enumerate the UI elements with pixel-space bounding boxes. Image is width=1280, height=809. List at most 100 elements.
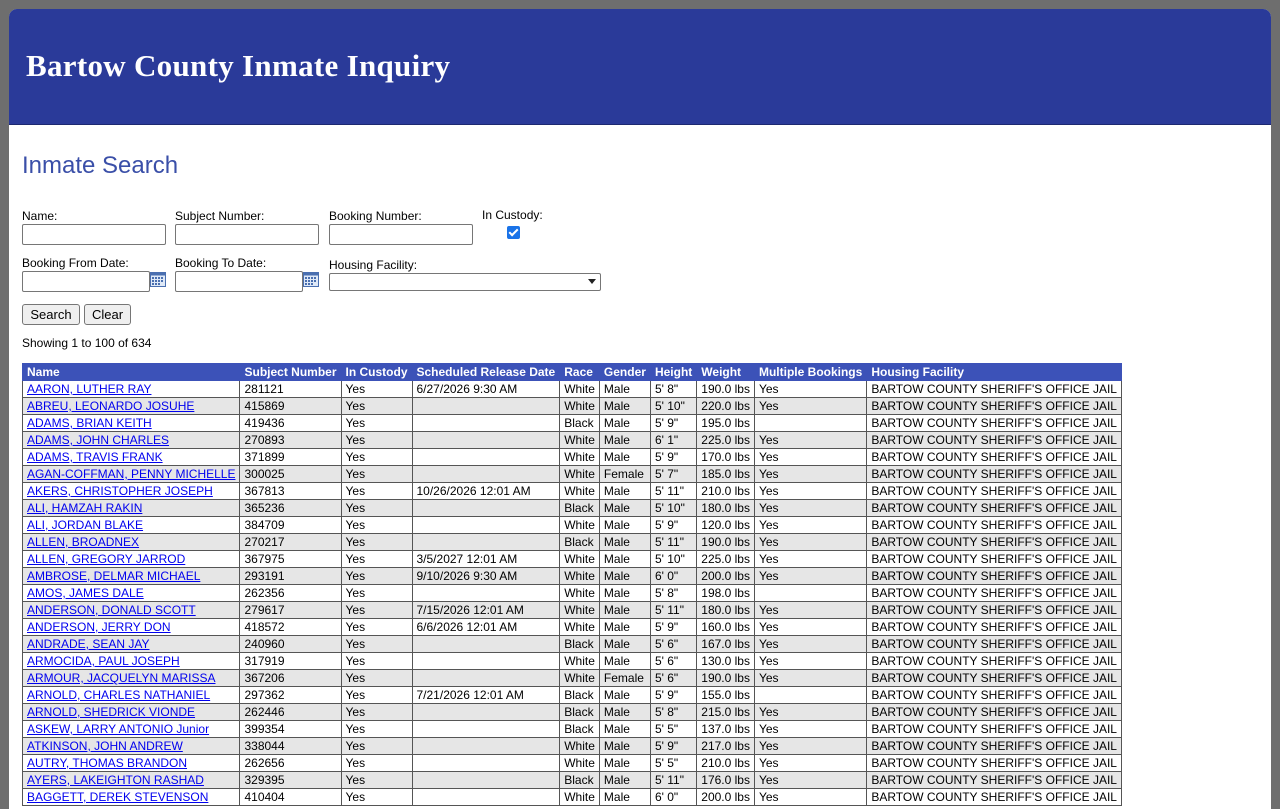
table-cell: White [559,788,600,806]
booking-from-input[interactable] [22,271,150,292]
inmate-name-link[interactable]: ANDRADE, SEAN JAY [27,637,149,651]
table-row: ADAMS, JOHN CHARLES 270893 Yes White Male 6' … [21,431,1122,449]
inmate-name-link[interactable]: ALLEN, GREGORY JARROD [27,552,185,566]
table-cell: 270893 [239,431,342,449]
inmate-name-link[interactable]: ARNOLD, SHEDRICK VIONDE [27,705,195,719]
inmate-name-link[interactable]: ALI, HAMZAH RAKIN [27,501,142,515]
housing-facility-label: Housing Facility: [329,258,418,272]
page-frame: Bartow County Inmate Inquiry Inmate Sear… [9,9,1271,809]
inmate-name-link[interactable]: AMBROSE, DELMAR MICHAEL [27,569,200,583]
subject-number-input[interactable] [175,224,319,245]
inmate-name-link[interactable]: AYERS, LAKEIGHTON RASHAD [27,773,204,787]
calendar-icon[interactable] [150,271,166,287]
inmate-name-link[interactable]: BAGGETT, DEREK STEVENSON [27,790,208,804]
table-cell: Yes [753,550,868,568]
table-cell: 167.0 lbs [696,635,755,653]
table-cell: Male [598,788,651,806]
table-cell: Yes [753,533,868,551]
inmate-name-link[interactable]: ASKEW, LARRY ANTONIO Junior [27,722,209,736]
table-cell [411,431,561,449]
inmate-name-link[interactable]: ALI, JORDAN BLAKE [27,518,143,532]
table-cell: ARNOLD, SHEDRICK VIONDE [21,703,241,721]
table-cell: Yes [340,669,413,687]
table-cell [411,584,561,602]
table-cell [411,788,561,806]
column-header: Weight [696,363,755,381]
results-table-body: AARON, LUTHER RAY 281121 Yes 6/27/2026 9:30… [21,380,1122,806]
table-cell: White [559,482,600,500]
table-cell: BARTOW COUNTY SHERIFF'S OFFICE JAIL [866,397,1122,415]
inmate-name-link[interactable]: AKERS, CHRISTOPHER JOSEPH [27,484,213,498]
table-row: ANDERSON, JERRY DON 418572 Yes 6/6/2026 12:… [21,618,1122,636]
inmate-name-link[interactable]: AARON, LUTHER RAY [27,382,151,396]
site-title: Bartow County Inmate Inquiry [26,48,451,83]
inmate-name-link[interactable]: ARMOUR, JACQUELYN MARISSA [27,671,215,685]
table-cell: 9/10/2026 9:30 AM [411,567,561,585]
inmate-name-link[interactable]: AUTRY, THOMAS BRANDON [27,756,187,770]
table-cell: 5' 6" [649,635,698,653]
inmate-name-link[interactable]: AGAN-COFFMAN, PENNY MICHELLE [27,467,235,481]
table-cell: 5' 10" [649,397,698,415]
table-cell: BARTOW COUNTY SHERIFF'S OFFICE JAIL [866,618,1122,636]
table-cell: 262356 [239,584,342,602]
booking-number-input[interactable] [329,224,473,245]
inmate-name-link[interactable]: ADAMS, BRIAN KEITH [27,416,152,430]
inmate-name-link[interactable]: AMOS, JAMES DALE [27,586,144,600]
inmate-name-link[interactable]: ARNOLD, CHARLES NATHANIEL [27,688,210,702]
table-cell: Female [598,465,651,483]
table-cell: 293191 [239,567,342,585]
table-cell: Yes [340,686,413,704]
table-cell [411,754,561,772]
calendar-icon[interactable] [303,271,319,287]
inmate-name-link[interactable]: ADAMS, TRAVIS FRANK [27,450,163,464]
table-cell: 130.0 lbs [696,652,755,670]
table-row: ALLEN, BROADNEX 270217 Yes Black Male 5' 11" 1… [21,533,1122,551]
inmate-name-link[interactable]: ATKINSON, JOHN ANDREW [27,739,183,753]
table-cell: 180.0 lbs [696,601,755,619]
table-cell: Male [598,635,651,653]
table-row: ARNOLD, SHEDRICK VIONDE 262446 Yes Black Mal… [21,703,1122,721]
table-cell: 5' 8" [649,380,698,398]
table-row: ARMOCIDA, PAUL JOSEPH 317919 Yes White Male 5… [21,652,1122,670]
table-cell: Yes [753,397,868,415]
name-input[interactable] [22,224,166,245]
table-cell: BARTOW COUNTY SHERIFF'S OFFICE JAIL [866,533,1122,551]
in-custody-checkbox[interactable] [507,226,520,239]
table-row: ANDERSON, DONALD SCOTT 279617 Yes 7/15/2026… [21,601,1122,619]
table-cell: BARTOW COUNTY SHERIFF'S OFFICE JAIL [866,737,1122,755]
table-cell: 5' 11" [649,482,698,500]
table-row: ADAMS, BRIAN KEITH 419436 Yes Black Male 5' 9… [21,414,1122,432]
table-cell: 5' 9" [649,737,698,755]
table-cell: BARTOW COUNTY SHERIFF'S OFFICE JAIL [866,567,1122,585]
inmate-name-link[interactable]: ANDERSON, JERRY DON [27,620,171,634]
table-cell [411,414,561,432]
table-cell: ALLEN, BROADNEX [21,533,241,551]
inmate-name-link[interactable]: ARMOCIDA, PAUL JOSEPH [27,654,180,668]
table-cell: BARTOW COUNTY SHERIFF'S OFFICE JAIL [866,380,1122,398]
inmate-name-link[interactable]: ANDERSON, DONALD SCOTT [27,603,196,617]
table-cell: Male [598,618,651,636]
table-cell: BARTOW COUNTY SHERIFF'S OFFICE JAIL [866,516,1122,534]
table-cell: 297362 [239,686,342,704]
booking-to-input[interactable] [175,271,303,292]
inmate-name-link[interactable]: ABREU, LEONARDO JOSUHE [27,399,194,413]
table-cell: AKERS, CHRISTOPHER JOSEPH [21,482,241,500]
table-cell: BAGGETT, DEREK STEVENSON [21,788,241,806]
inmate-name-link[interactable]: ALLEN, BROADNEX [27,535,139,549]
table-cell: Yes [340,754,413,772]
table-cell: Yes [340,635,413,653]
subject-number-label: Subject Number: [175,209,265,223]
table-cell: 262446 [239,703,342,721]
table-cell: Yes [340,720,413,738]
housing-facility-select[interactable] [329,273,601,291]
inmate-name-link[interactable]: ADAMS, JOHN CHARLES [27,433,169,447]
search-button[interactable]: Search [22,304,80,325]
clear-button[interactable]: Clear [84,304,131,325]
table-cell: Yes [340,584,413,602]
table-cell: Yes [340,448,413,466]
table-cell: 371899 [239,448,342,466]
table-cell: ADAMS, JOHN CHARLES [21,431,241,449]
table-cell: 198.0 lbs [696,584,755,602]
table-cell: White [559,601,600,619]
table-cell: 367206 [239,669,342,687]
